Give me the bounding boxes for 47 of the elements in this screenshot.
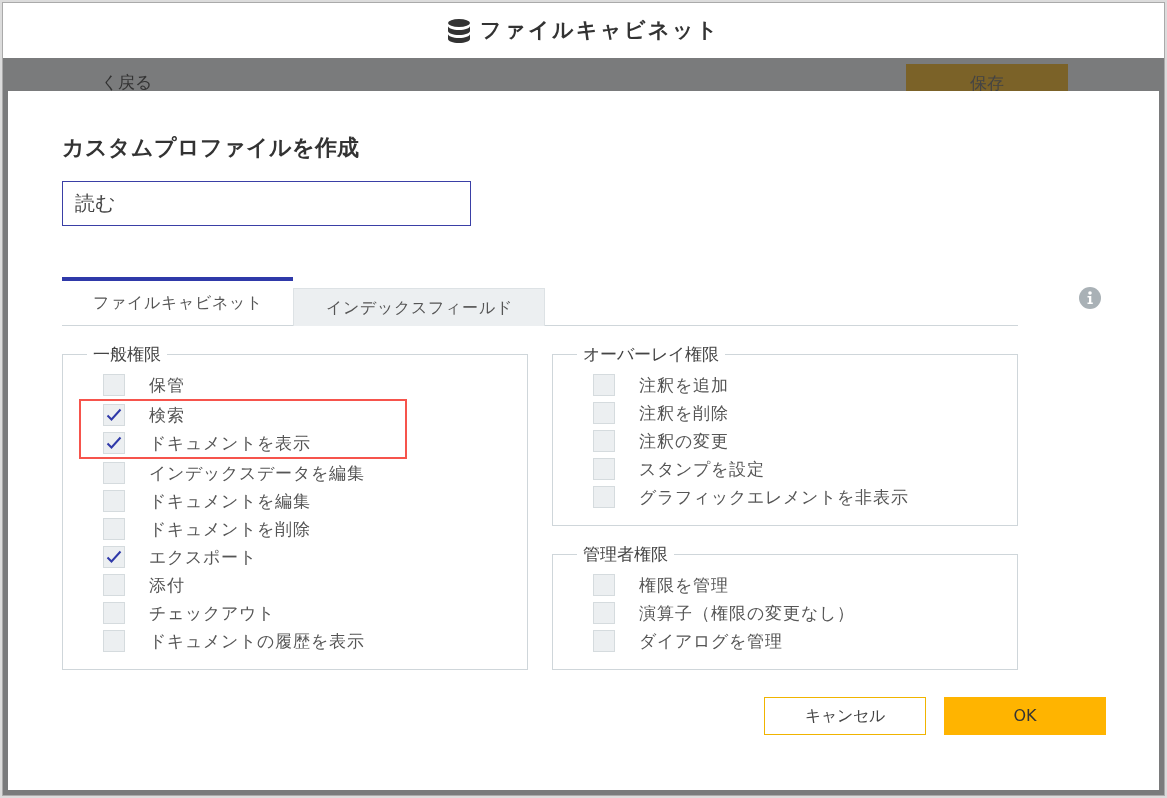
permission-label: スタンプを設定 [639,457,765,481]
permission-label: グラフィックエレメントを非表示 [639,485,909,509]
checkbox[interactable] [593,630,615,653]
permission-label: 添付 [149,573,185,597]
permission-label: チェックアウト [149,601,275,625]
permission-label: ドキュメントを表示 [149,431,311,455]
checkbox[interactable] [103,546,125,569]
ok-button[interactable]: OK [944,697,1106,736]
tab[interactable]: インデックスフィールド [293,288,545,327]
checkbox[interactable] [103,574,125,597]
name-field[interactable]: 読む [62,181,471,227]
group-legend: 管理者権限 [577,546,674,564]
permission-label: ドキュメントの履歴を表示 [149,629,365,653]
checkbox[interactable] [593,574,615,597]
checkbox[interactable] [103,432,125,455]
checkbox[interactable] [103,630,125,653]
permission-label: ドキュメントを削除 [149,517,311,541]
checkbox[interactable] [103,462,125,485]
checkbox[interactable] [593,374,615,397]
checkbox[interactable] [103,404,125,427]
checkbox[interactable] [593,458,615,481]
group-legend: 一般権限 [87,346,167,364]
permission-label: 権限を管理 [639,573,729,597]
permission-label: エクスポート [149,545,257,569]
permission-label: インデックスデータを編集 [149,461,365,485]
checkbox[interactable] [103,602,125,625]
dialog-title: カスタムプロファイルを作成 [62,135,360,162]
checkbox[interactable] [593,402,615,425]
permission-label: 注釈を追加 [639,373,729,397]
permission-label: ダイアログを管理 [639,629,783,653]
app-title: ファイルキャビネット [479,16,720,44]
permission-label: 注釈の変更 [639,429,729,453]
permission-label: 保管 [149,373,185,397]
database-icon [447,18,470,43]
checkbox[interactable] [593,486,615,509]
permission-label: 検索 [149,403,185,427]
permission-label: 注釈を削除 [639,401,729,425]
checkbox[interactable] [593,602,615,625]
permission-label: 演算子（権限の変更なし） [639,601,855,625]
checkbox[interactable] [103,518,125,541]
checkbox[interactable] [103,374,125,397]
checkbox[interactable] [103,490,125,513]
cancel-button[interactable]: キャンセル [764,697,926,736]
info-icon[interactable] [1079,287,1101,309]
checkbox[interactable] [593,430,615,453]
group-legend: オーバーレイ権限 [577,346,725,364]
permission-label: ドキュメントを編集 [149,489,311,513]
